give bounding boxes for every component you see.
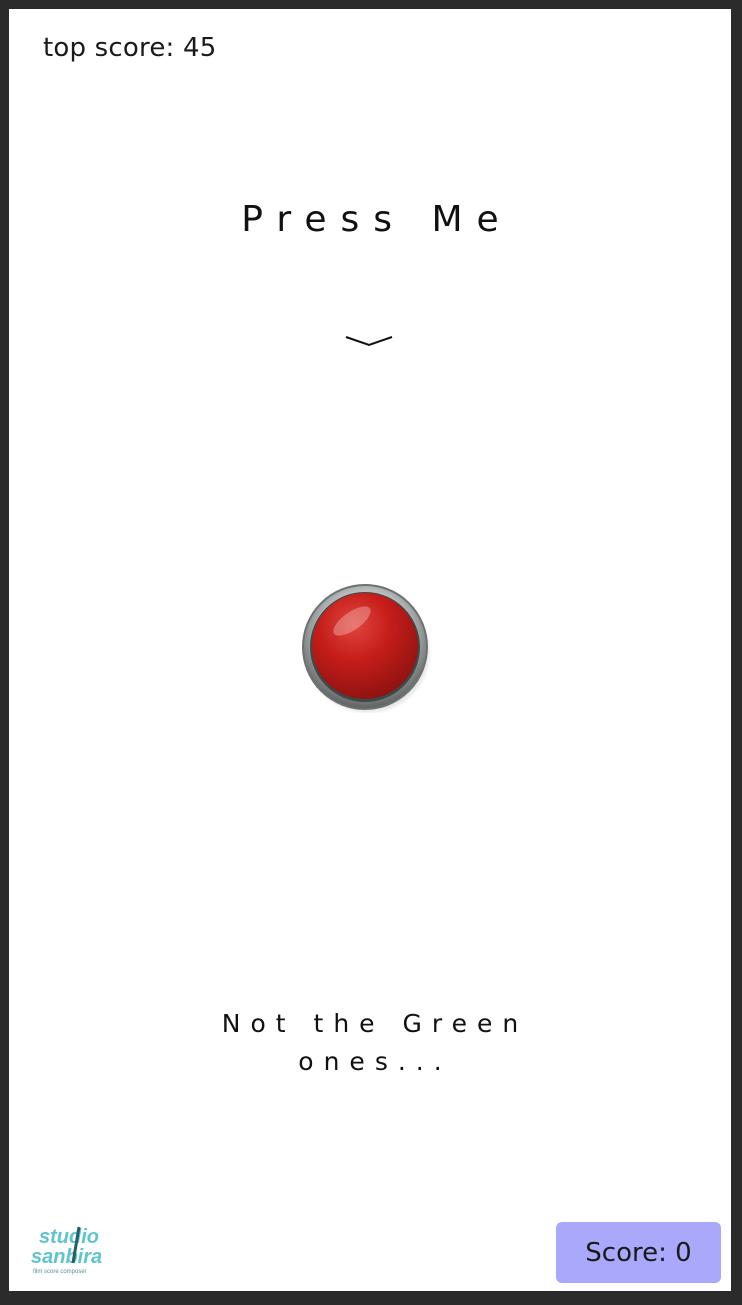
logo-tagline: film score composer: [33, 1269, 87, 1275]
page-title: Press Me: [241, 199, 513, 240]
studio-sanbira-logo: studio sanbira film score composer: [31, 1226, 102, 1275]
score-display: Score: 0: [556, 1222, 721, 1283]
hint-line-1: Not the Green: [221, 1009, 529, 1038]
red-button[interactable]: [302, 583, 432, 715]
chevron-down-icon: [345, 336, 393, 347]
top-score-label: top score: 45: [43, 33, 217, 63]
logo-line-2: sanbira: [31, 1246, 102, 1268]
logo-line-1: studio: [39, 1226, 99, 1248]
red-button-graphic: [302, 584, 432, 715]
hint-line-2: ones...: [298, 1047, 452, 1076]
game-frame: top score: 45 Press Me Not the Green one…: [9, 9, 731, 1291]
score-label: Score: 0: [585, 1237, 692, 1268]
hint-text: Not the Green ones...: [9, 1005, 731, 1081]
